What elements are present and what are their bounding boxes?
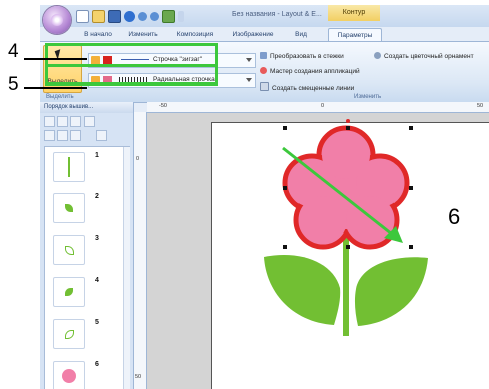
left-leaf-shape[interactable] xyxy=(264,255,341,325)
application-button[interactable] xyxy=(43,6,71,34)
flower-petals[interactable] xyxy=(282,125,410,250)
callout-line-4 xyxy=(24,58,87,60)
callout-number-4: 4 xyxy=(8,41,19,62)
rotate-handle[interactable] xyxy=(346,119,350,123)
callout-line-5 xyxy=(24,87,87,89)
callout-number-5: 5 xyxy=(8,74,19,95)
stem-shape[interactable] xyxy=(343,238,349,336)
callout-number-6: 6 xyxy=(448,204,461,229)
right-leaf-shape[interactable] xyxy=(354,257,428,326)
callout-box-fill xyxy=(45,64,218,86)
